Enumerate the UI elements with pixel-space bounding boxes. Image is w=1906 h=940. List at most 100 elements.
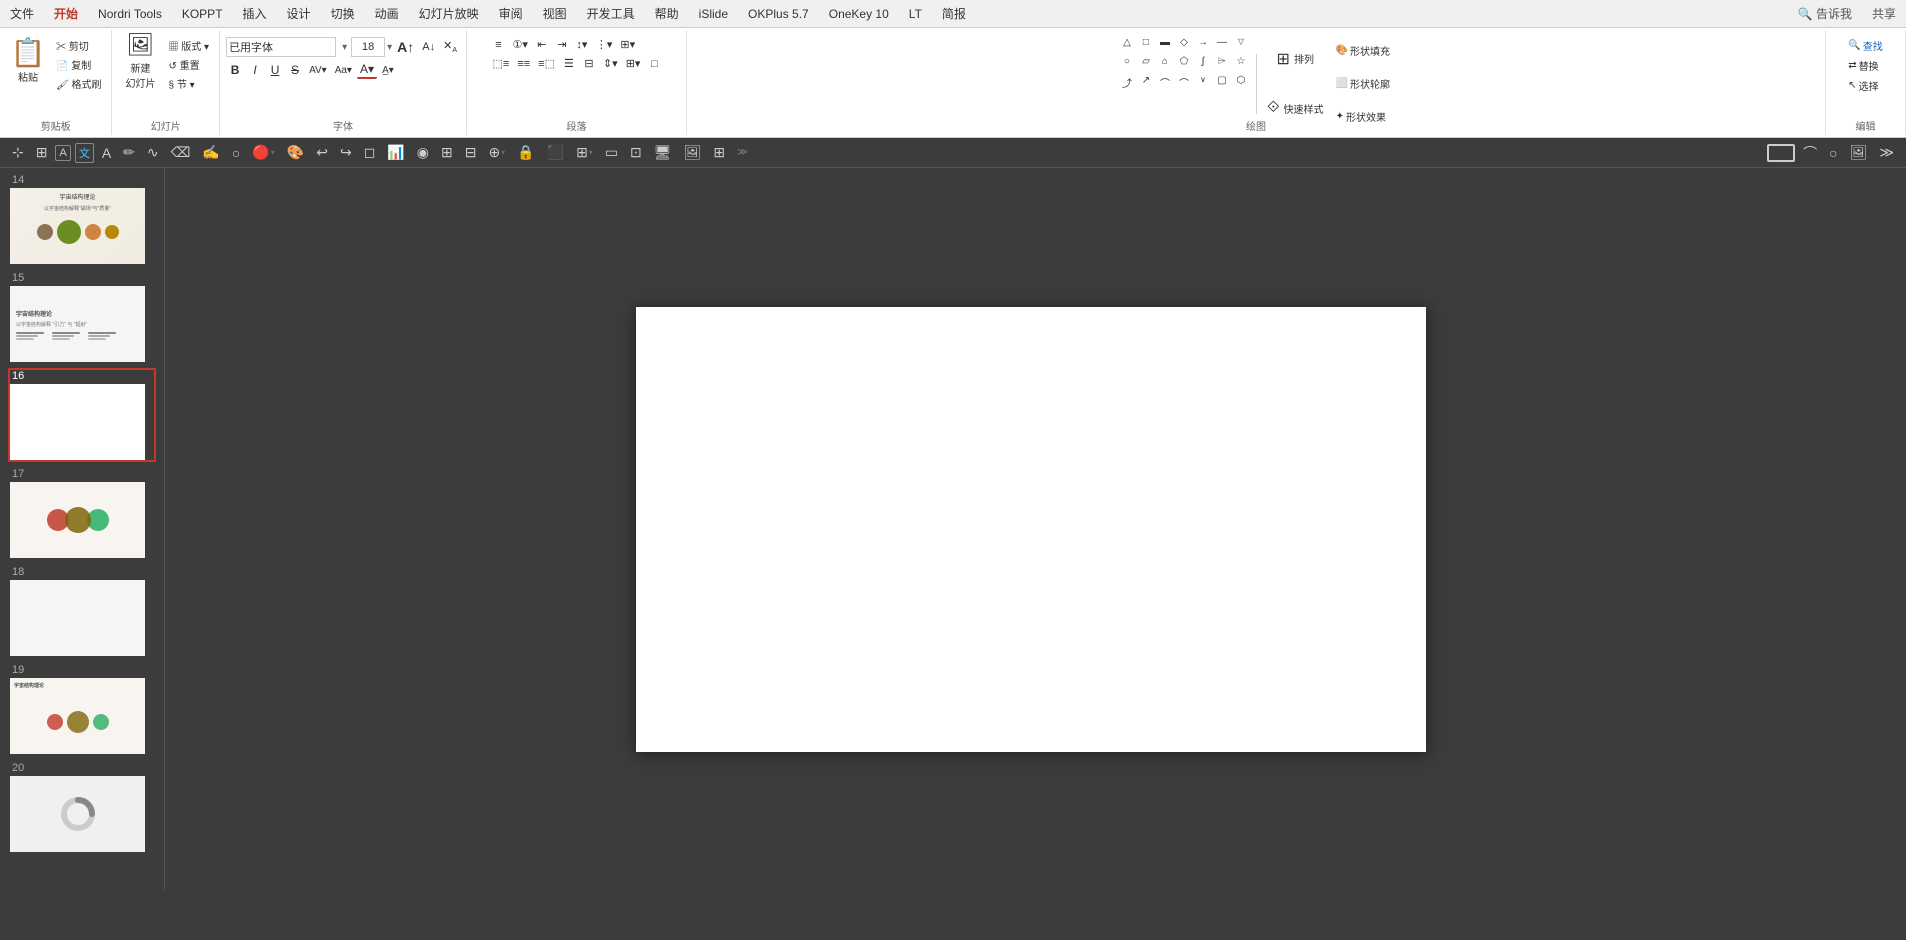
- find-button[interactable]: 🔍查找: [1844, 36, 1886, 54]
- align-left-button[interactable]: ⬚≡: [490, 56, 513, 71]
- format-brush-button[interactable]: 🖌 格式刷: [52, 74, 105, 92]
- col-button[interactable]: ⋮▾: [593, 37, 616, 52]
- tool-more[interactable]: ≫: [1875, 142, 1898, 163]
- section-button[interactable]: § 节 ▾: [164, 74, 213, 92]
- tool-group[interactable]: ⊕▾: [484, 142, 509, 163]
- text-shadow-button[interactable]: A̲▾: [379, 64, 397, 77]
- shape-fill-button[interactable]: 🎨形状填充: [1332, 42, 1394, 60]
- layout-button[interactable]: ▦ 版式 ▾: [164, 36, 213, 54]
- tool-arrange[interactable]: ⊞▾: [572, 142, 597, 163]
- menu-file[interactable]: 文件: [0, 1, 44, 26]
- menu-nordri[interactable]: Nordri Tools: [88, 3, 172, 25]
- font-shrink-button[interactable]: A↓: [419, 40, 438, 54]
- tool-text[interactable]: 文: [75, 143, 94, 163]
- font-size-input[interactable]: [351, 37, 385, 57]
- menu-dev[interactable]: 开发工具: [577, 1, 645, 26]
- select-button[interactable]: ↖选择: [1844, 76, 1886, 94]
- menu-home[interactable]: 开始: [44, 1, 88, 26]
- menu-view[interactable]: 视图: [533, 1, 577, 26]
- line-spacing-button[interactable]: ↕▾: [573, 37, 591, 52]
- shape-scroll[interactable]: ⌒: [1175, 74, 1193, 92]
- shape-rect[interactable]: □: [1137, 36, 1155, 54]
- smart-art-button[interactable]: ⊞▾: [617, 37, 638, 52]
- menu-slideshow[interactable]: 幻灯片放映: [409, 1, 489, 26]
- shape-star[interactable]: ☆: [1232, 55, 1250, 73]
- copy-button[interactable]: 📄 复制: [52, 55, 105, 73]
- tool-color-fill[interactable]: 🔴▾: [248, 142, 278, 163]
- shape-hex[interactable]: ⬡: [1232, 74, 1250, 92]
- align-center-button[interactable]: ≡≡: [514, 57, 533, 71]
- slide-15-thumbnail[interactable]: 15 宇宙结构理论 以宇宙结构解释 "引力" 与 "辐射": [8, 270, 156, 364]
- font-case-button[interactable]: Aa▾: [332, 64, 355, 77]
- slide-16-thumbnail[interactable]: 16: [8, 368, 156, 462]
- menu-tellme[interactable]: 🔍 告诉我: [1788, 1, 1862, 26]
- tool-palette[interactable]: 🎨: [283, 142, 308, 163]
- tool-font-color[interactable]: A: [98, 143, 115, 163]
- menu-jianbo[interactable]: 简报: [932, 1, 976, 26]
- tool-photo[interactable]: 🖼: [1846, 142, 1872, 163]
- tool-crop[interactable]: ⊡: [626, 142, 646, 163]
- text-box-button[interactable]: □: [645, 57, 663, 71]
- reset-button[interactable]: ↺ 重置: [164, 55, 213, 73]
- indent-increase-button[interactable]: ⇥: [553, 37, 571, 52]
- clear-format-button[interactable]: ✕A: [440, 38, 460, 55]
- shape-arrow-right[interactable]: →: [1194, 36, 1212, 54]
- tool-circle2[interactable]: ◉: [413, 142, 433, 163]
- slide-19-thumbnail[interactable]: 19 宇宙结构理论: [8, 662, 156, 756]
- slide-14-thumbnail[interactable]: 14 宇宙结构理论 以宇宙结构解释"磁场"与"质量": [8, 172, 156, 266]
- shape-rect2[interactable]: ▬: [1156, 36, 1174, 54]
- tool-circle-draw[interactable]: ○: [228, 143, 244, 163]
- shape-line[interactable]: —: [1213, 36, 1231, 54]
- align-distributed-button[interactable]: ⊟: [580, 56, 598, 71]
- cut-button[interactable]: ✂ 剪切: [52, 36, 105, 54]
- shape-arrow2[interactable]: ⤴: [1118, 74, 1136, 92]
- shape-down-arrow[interactable]: ▽: [1232, 36, 1250, 54]
- tool-freehand[interactable]: ✍: [198, 142, 223, 163]
- replace-button[interactable]: ⇄替换: [1844, 56, 1886, 74]
- slide-panel[interactable]: 14 宇宙结构理论 以宇宙结构解释"磁场"与"质量" 15: [0, 168, 165, 890]
- menu-review[interactable]: 审阅: [489, 1, 533, 26]
- tool-circle3[interactable]: ○: [1825, 143, 1841, 163]
- menu-insert[interactable]: 插入: [233, 1, 277, 26]
- paste-button[interactable]: 📋 粘贴: [6, 32, 50, 90]
- indent-decrease-button[interactable]: ⇤: [533, 37, 551, 52]
- new-slide-button[interactable]: 🖼 新建 幻灯片: [118, 32, 162, 90]
- menu-koppt[interactable]: KOPPT: [172, 3, 233, 25]
- tool-grid[interactable]: ⊞: [32, 142, 52, 163]
- text-direction-button[interactable]: ⇕▾: [600, 56, 621, 71]
- shape-smiley[interactable]: ⌒: [1156, 74, 1174, 92]
- tool-shape-selector[interactable]: ⌒: [1799, 141, 1821, 165]
- tool-image[interactable]: 🖼: [680, 142, 706, 163]
- shape-rounded[interactable]: ▢: [1213, 74, 1231, 92]
- menu-design[interactable]: 设计: [277, 1, 321, 26]
- tool-frame[interactable]: ▭: [601, 142, 622, 163]
- shape-outline-button[interactable]: ⬜形状轮廓: [1332, 75, 1394, 93]
- char-spacing-button[interactable]: AV▾: [306, 64, 330, 77]
- canvas-area[interactable]: [165, 168, 1896, 890]
- tool-text-box[interactable]: A: [55, 145, 70, 161]
- tool-redo[interactable]: ↪: [336, 142, 356, 163]
- tool-eraser[interactable]: ⌫: [167, 142, 195, 163]
- menu-share[interactable]: 共享: [1862, 1, 1906, 26]
- font-color-button[interactable]: A▾: [357, 61, 377, 79]
- tool-grid2[interactable]: ⊞: [709, 142, 729, 163]
- tool-shapes[interactable]: ◻: [360, 142, 380, 163]
- tool-screen[interactable]: 🖥: [650, 142, 676, 163]
- menu-onekey[interactable]: OneKey 10: [819, 3, 899, 25]
- tool-cut-shape[interactable]: ⬛: [543, 142, 568, 163]
- shape-curve[interactable]: ∫: [1194, 55, 1212, 73]
- tool-chart[interactable]: 📊: [383, 142, 408, 163]
- menu-animation[interactable]: 动画: [365, 1, 409, 26]
- menu-okplus[interactable]: OKPlus 5.7: [738, 3, 819, 25]
- tool-table[interactable]: ⊞: [437, 142, 457, 163]
- tool-select[interactable]: ⊹: [8, 142, 28, 163]
- menu-switch[interactable]: 切换: [321, 1, 365, 26]
- tool-lock[interactable]: 🔒: [513, 142, 538, 163]
- strikethrough-button[interactable]: S: [286, 62, 304, 78]
- slide-17-thumbnail[interactable]: 17: [8, 466, 156, 560]
- tool-merge[interactable]: ⊟: [461, 142, 481, 163]
- shape-chevron-down[interactable]: ∨: [1194, 74, 1212, 92]
- menu-islide[interactable]: iSlide: [689, 3, 738, 25]
- shape-diamond[interactable]: ◇: [1175, 36, 1193, 54]
- shape-circle[interactable]: ○: [1118, 55, 1136, 73]
